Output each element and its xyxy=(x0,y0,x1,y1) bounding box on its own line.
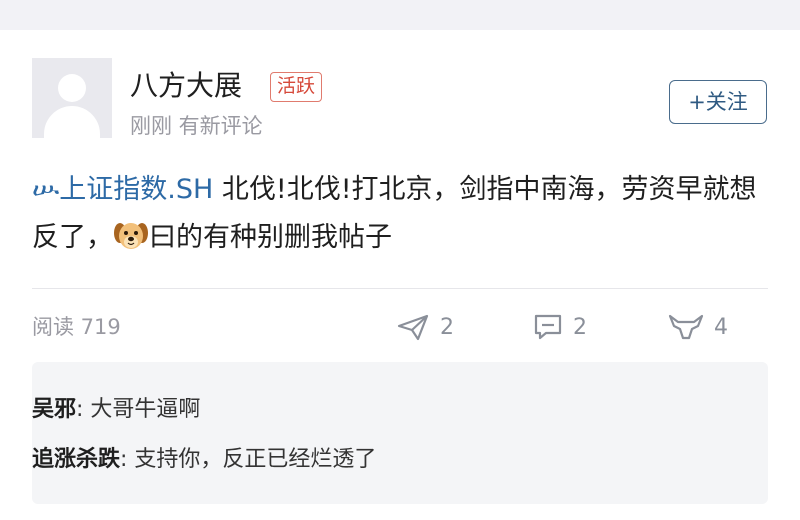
comment-item[interactable]: 吴邪: 大哥牛逼啊 xyxy=(32,394,200,426)
stock-tag-link[interactable]: ሡ上证指数.SH xyxy=(32,174,213,205)
stock-tag-label: 上证指数.SH xyxy=(59,174,214,205)
like-count: 4 xyxy=(714,314,728,340)
divider xyxy=(32,288,768,289)
comment-button[interactable]: 2 xyxy=(533,310,587,344)
share-button[interactable]: 2 xyxy=(396,310,454,344)
comment-author[interactable]: 追涨杀跌 xyxy=(32,447,120,472)
read-count: 阅读 719 xyxy=(32,315,121,339)
author-name[interactable]: 八方大展 xyxy=(130,66,242,106)
comment-separator: : xyxy=(76,397,91,422)
like-icon xyxy=(668,314,704,340)
comment-count: 2 xyxy=(573,314,587,340)
post-body: ሡ上证指数.SH 北伐!北伐!打北京，剑指中南海，劳资早就想反了， 曰的有种别删… xyxy=(32,166,772,262)
dog-face-emoji xyxy=(114,223,148,249)
share-count: 2 xyxy=(440,314,454,340)
like-button[interactable]: 4 xyxy=(668,310,728,344)
comment-icon xyxy=(534,314,562,340)
comment-item[interactable]: 追涨杀跌: 支持你，反正已经烂透了 xyxy=(32,444,376,476)
avatar[interactable] xyxy=(32,58,112,138)
activity-badge: 活跃 xyxy=(270,72,323,102)
comment-text: 支持你，反正已经烂透了 xyxy=(134,447,377,472)
follow-button[interactable]: +关注 xyxy=(669,80,767,124)
avatar-head-shape xyxy=(58,74,86,102)
post-text-part2: 曰的有种别删我帖子 xyxy=(149,222,392,253)
stock-tag-icon: ሡ xyxy=(32,174,60,205)
comments-preview[interactable] xyxy=(32,362,768,504)
post-subtitle: 刚刚 有新评论 xyxy=(130,114,263,138)
top-separator-band xyxy=(0,0,800,30)
comment-separator: : xyxy=(120,447,135,472)
share-icon xyxy=(397,314,429,341)
avatar-body-shape xyxy=(44,106,100,138)
comment-text: 大哥牛逼啊 xyxy=(90,397,201,422)
comment-author[interactable]: 吴邪 xyxy=(32,397,76,422)
